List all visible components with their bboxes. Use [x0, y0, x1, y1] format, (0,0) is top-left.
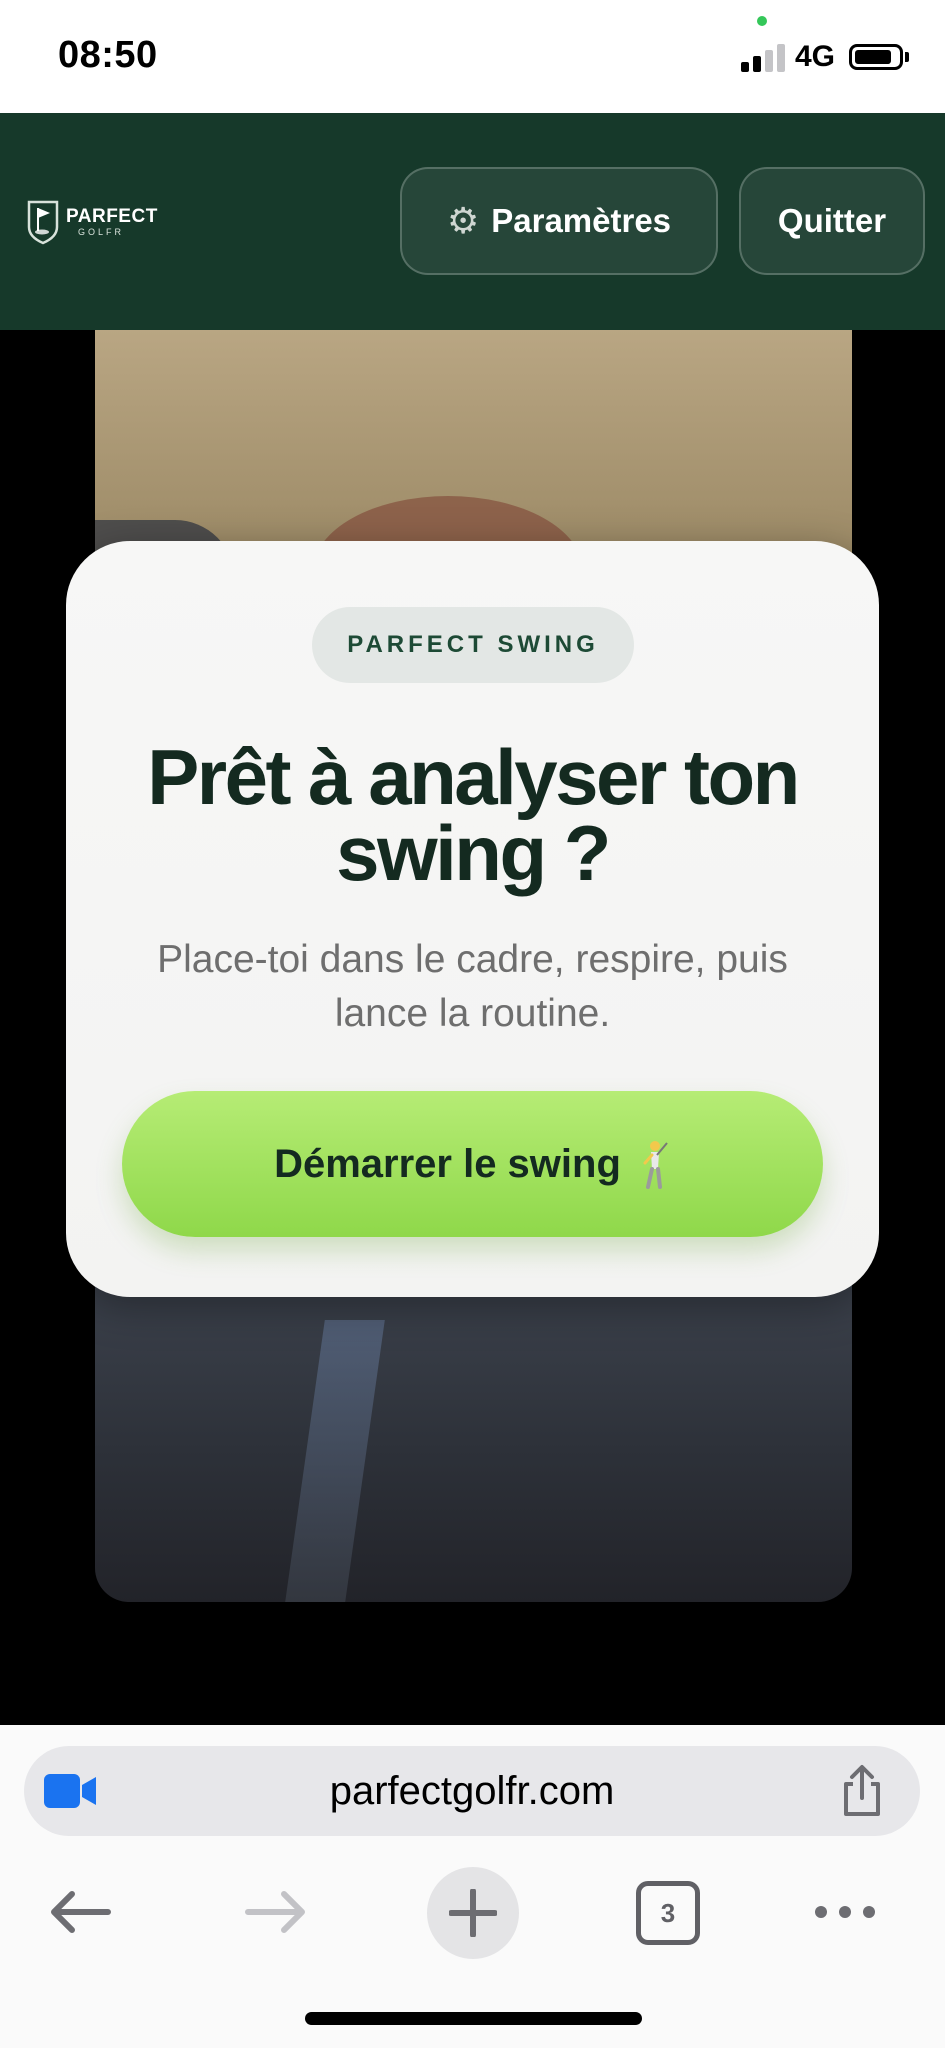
logo-text-main: PARFECT: [66, 206, 158, 227]
app-header: PARFECT GOLFR ⚙ Paramètres Quitter: [0, 113, 945, 330]
address-bar[interactable]: parfectgolfr.com: [24, 1746, 920, 1836]
dialog-title: Prêt à analyser ton swing ?: [147, 733, 800, 897]
forward-button[interactable]: [236, 1857, 316, 1967]
status-bar: 08:50 4G: [0, 0, 945, 113]
battery-icon: [849, 44, 903, 70]
browser-nav-row: 3: [0, 1857, 945, 1977]
privacy-indicator-dot: [757, 16, 767, 26]
battery-level: [855, 50, 891, 64]
tabs-button[interactable]: 3: [636, 1881, 700, 1945]
logo-text-sub: GOLFR: [78, 227, 125, 237]
tab-count: 3: [660, 1897, 676, 1928]
more-icon: [815, 1906, 875, 1918]
golfer-icon: [643, 1141, 668, 1189]
quit-button[interactable]: Quitter: [739, 167, 925, 275]
back-arrow-icon: [51, 1891, 111, 1933]
more-button[interactable]: [810, 1857, 880, 1967]
flag-shield-icon: [27, 200, 59, 245]
battery-tip: [905, 52, 909, 62]
settings-button-label: Paramètres: [491, 202, 672, 239]
parfect-golfr-logo[interactable]: PARFECT GOLFR: [26, 197, 158, 247]
new-tab-button[interactable]: [427, 1867, 519, 1959]
status-time: 08:50: [58, 34, 158, 76]
network-type: 4G: [795, 40, 836, 73]
settings-button[interactable]: ⚙ Paramètres: [400, 167, 718, 275]
gear-icon: ⚙: [446, 200, 480, 241]
home-indicator[interactable]: [305, 2012, 642, 2025]
quit-button-label: Quitter: [777, 202, 887, 239]
dialog-badge: PARFECT SWING: [312, 607, 634, 683]
forward-arrow-icon: [245, 1891, 305, 1933]
signal-strength-icon: [741, 42, 787, 72]
browser-toolbar: parfectgolfr.com 3: [0, 1725, 945, 2048]
dialog-subtitle: Place-toi dans le cadre, respire, puis l…: [157, 938, 788, 1035]
start-swing-button-label: Démarrer le swing: [274, 1141, 621, 1186]
plus-icon: [449, 1889, 497, 1937]
share-icon[interactable]: [836, 1764, 888, 1818]
back-button[interactable]: [40, 1857, 120, 1967]
start-swing-button[interactable]: Démarrer le swing: [122, 1091, 823, 1237]
camera-scene-zipper: [285, 1320, 385, 1602]
url-text: parfectgolfr.com: [329, 1768, 615, 1813]
start-swing-dialog: PARFECT SWING Prêt à analyser ton swing …: [66, 541, 879, 1297]
